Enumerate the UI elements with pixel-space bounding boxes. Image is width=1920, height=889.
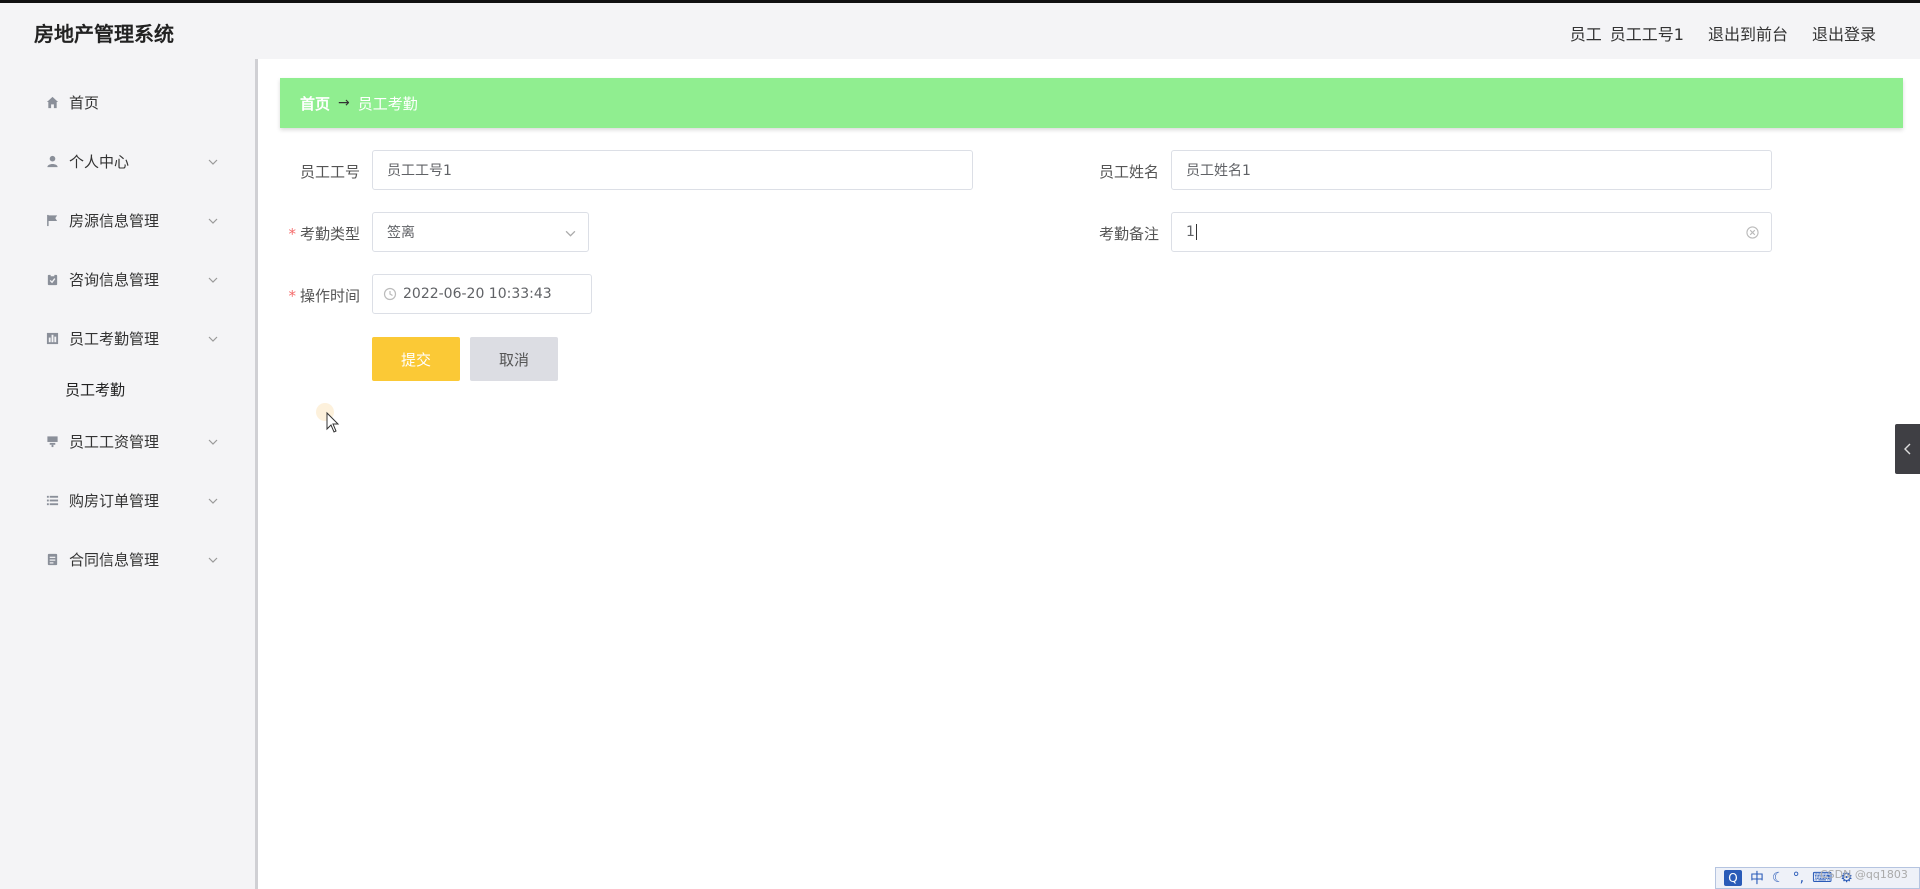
document-icon <box>45 553 59 567</box>
required-mark: * <box>288 287 296 305</box>
sidebar-item-label: 员工考勤管理 <box>69 330 160 348</box>
attendance-type-label: * 考勤类型 <box>265 223 360 244</box>
mouse-cursor <box>316 403 342 441</box>
watermark: CSDN @qq1803 <box>1820 868 1908 881</box>
sidebar-subitem-attendance[interactable]: 员工考勤 <box>0 369 230 409</box>
emp-name-value: 员工姓名1 <box>1186 163 1251 179</box>
flag-icon <box>45 214 59 228</box>
top-header: 房地产管理系统 员工 员工工号1 退出到前台 退出登录 <box>0 3 1920 59</box>
sidebar-item-label: 购房订单管理 <box>69 492 160 510</box>
emp-name-label: 员工姓名 <box>1064 161 1159 182</box>
sidebar-item-label: 首页 <box>69 94 100 112</box>
sidebar-item-label: 合同信息管理 <box>69 551 160 569</box>
current-user: 员工 员工工号1 <box>1570 21 1684 45</box>
attendance-remark-input[interactable]: 1 <box>1171 212 1772 252</box>
sidebar-item-label: 咨询信息管理 <box>69 271 160 289</box>
chevron-down-icon <box>565 230 576 237</box>
logout-link[interactable]: 退出登录 <box>1812 21 1876 45</box>
chevron-down-icon <box>208 439 218 445</box>
emp-no-label: 员工工号 <box>265 161 360 182</box>
list-icon <box>45 494 59 508</box>
chevron-down-icon <box>208 159 218 165</box>
punctuation-icon[interactable]: °, <box>1793 870 1804 886</box>
header-actions: 员工 员工工号1 退出到前台 退出登录 <box>1570 21 1876 45</box>
attendance-type-select[interactable]: 签离 <box>372 212 589 252</box>
sidebar-item-label: 个人中心 <box>69 153 130 171</box>
attendance-remark-value: 1 <box>1186 224 1195 240</box>
sidebar-item-order-mgmt[interactable]: 购房订单管理 <box>0 471 230 530</box>
user-name: 员工工号1 <box>1609 25 1684 44</box>
attendance-remark-label: 考勤备注 <box>1064 223 1159 244</box>
cancel-button[interactable]: 取消 <box>470 337 558 381</box>
side-panel-toggle[interactable] <box>1895 424 1920 474</box>
sidebar-item-personal-center[interactable]: 个人中心 <box>0 132 230 191</box>
breadcrumb-home[interactable]: 首页 <box>300 93 330 114</box>
sidebar-item-consult-info[interactable]: 咨询信息管理 <box>0 250 230 309</box>
operation-time-label: * 操作时间 <box>265 285 360 306</box>
home-icon <box>45 96 59 110</box>
attendance-type-label-text: 考勤类型 <box>299 225 360 243</box>
sidebar-item-salary-mgmt[interactable]: 员工工资管理 <box>0 412 230 471</box>
sidebar: 首页 个人中心 房源信息管理 咨询信息管理 员工考勤管理 员工考勤 员工工资管理… <box>0 59 258 889</box>
breadcrumb: 首页 → 员工考勤 <box>280 78 1903 128</box>
moon-icon[interactable]: ☾ <box>1772 870 1785 886</box>
emp-name-field[interactable]: 员工姓名1 <box>1171 150 1772 190</box>
sidebar-subitem-label: 员工考勤 <box>65 380 126 399</box>
goods-icon <box>45 435 59 449</box>
arrow-right-icon: → <box>338 95 350 111</box>
operation-time-label-text: 操作时间 <box>299 287 360 305</box>
emp-no-field[interactable]: 员工工号1 <box>372 150 973 190</box>
sidebar-item-property-info[interactable]: 房源信息管理 <box>0 191 230 250</box>
chevron-down-icon <box>208 277 218 283</box>
sidebar-item-attendance-mgmt[interactable]: 员工考勤管理 <box>0 309 230 368</box>
clock-icon <box>383 287 397 301</box>
attendance-type-value: 签离 <box>387 225 415 241</box>
clipboard-icon <box>45 273 59 287</box>
sidebar-item-label: 员工工资管理 <box>69 433 160 451</box>
operation-time-value: 2022-06-20 10:33:43 <box>403 286 552 302</box>
emp-no-label-text: 员工工号 <box>299 163 360 181</box>
chevron-down-icon <box>208 498 218 504</box>
search-icon: Q <box>1724 870 1742 886</box>
text-caret <box>1195 224 1197 240</box>
submit-button[interactable]: 提交 <box>372 337 460 381</box>
chevron-down-icon <box>208 336 218 342</box>
attendance-remark-label-text: 考勤备注 <box>1098 225 1159 243</box>
chevron-left-icon <box>1903 443 1910 455</box>
emp-no-value: 员工工号1 <box>387 163 452 179</box>
sidebar-item-label: 房源信息管理 <box>69 212 160 230</box>
sidebar-item-contract-mgmt[interactable]: 合同信息管理 <box>0 530 230 589</box>
chevron-down-icon <box>208 218 218 224</box>
clear-icon[interactable] <box>1746 226 1759 239</box>
sidebar-menu: 首页 个人中心 房源信息管理 咨询信息管理 员工考勤管理 员工考勤 员工工资管理… <box>0 59 255 599</box>
sidebar-item-home[interactable]: 首页 <box>0 73 230 132</box>
ime-lang-indicator[interactable]: 中 <box>1750 868 1764 888</box>
emp-name-label-text: 员工姓名 <box>1098 163 1159 181</box>
breadcrumb-current: 员工考勤 <box>357 94 418 113</box>
required-mark: * <box>288 225 296 243</box>
app-title: 房地产管理系统 <box>34 22 174 46</box>
operation-time-picker[interactable]: 2022-06-20 10:33:43 <box>372 274 592 314</box>
user-icon <box>45 155 59 169</box>
user-role: 员工 <box>1569 25 1602 44</box>
exit-to-front-link[interactable]: 退出到前台 <box>1708 21 1788 45</box>
chevron-down-icon <box>208 557 218 563</box>
chart-icon <box>45 332 59 346</box>
